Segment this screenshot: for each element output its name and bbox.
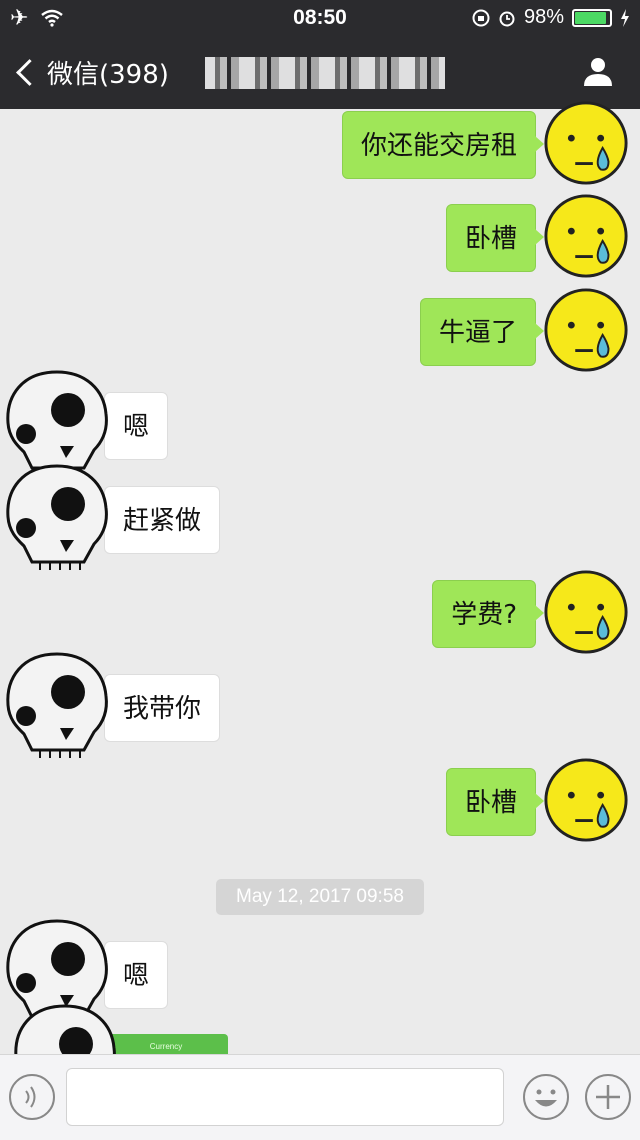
- image-message-preview[interactable]: Currency: [104, 1034, 228, 1054]
- plus-icon[interactable]: [584, 1073, 632, 1121]
- crying-smiley-icon[interactable]: [542, 286, 630, 378]
- message-input-bar: [0, 1054, 640, 1140]
- charging-icon: [621, 8, 629, 27]
- outgoing-message-bubble[interactable]: 牛逼了: [419, 298, 545, 366]
- person-icon[interactable]: [582, 55, 614, 87]
- chat-message-list[interactable]: May 12, 2017 09:58 Currency 你还能交房租 卧槽 牛逼了嗯…: [0, 101, 640, 1110]
- voice-icon[interactable]: [8, 1073, 56, 1121]
- alarm-icon: [499, 11, 515, 26]
- status-bar: ✈ 08:50 98%: [0, 0, 640, 36]
- battery-percent: 98%: [523, 6, 564, 28]
- incoming-message-bubble[interactable]: 嗯: [95, 392, 169, 460]
- skull-icon[interactable]: [2, 462, 112, 576]
- skull-icon[interactable]: [2, 650, 112, 764]
- message-text-field[interactable]: [66, 1068, 504, 1126]
- battery-icon: [572, 8, 612, 27]
- crying-smiley-icon[interactable]: [542, 99, 630, 191]
- crying-smiley-icon[interactable]: [542, 756, 630, 848]
- outgoing-message-bubble[interactable]: 你还能交房租: [341, 111, 545, 179]
- back-button[interactable]: 微信(398): [14, 54, 169, 91]
- message-timestamp: May 12, 2017 09:58: [216, 879, 424, 915]
- emoji-icon[interactable]: [522, 1073, 570, 1121]
- battery-level: [575, 11, 607, 24]
- crying-smiley-icon[interactable]: [542, 192, 630, 284]
- contact-name-obscured: [205, 57, 445, 89]
- incoming-message-bubble[interactable]: 赶紧做: [95, 486, 221, 554]
- crying-smiley-icon[interactable]: [542, 568, 630, 660]
- outgoing-message-bubble[interactable]: 卧槽: [445, 768, 545, 836]
- incoming-message-bubble[interactable]: 我带你: [95, 674, 221, 742]
- status-right-icons: 98%: [472, 6, 630, 29]
- rotation-lock-icon: [472, 9, 490, 26]
- outgoing-message-bubble[interactable]: 学费?: [432, 580, 544, 648]
- back-label: 微信(398): [47, 60, 169, 90]
- outgoing-message-bubble[interactable]: 卧槽: [445, 204, 545, 272]
- chevron-left-icon: [16, 59, 43, 86]
- incoming-message-bubble[interactable]: 嗯: [95, 941, 169, 1009]
